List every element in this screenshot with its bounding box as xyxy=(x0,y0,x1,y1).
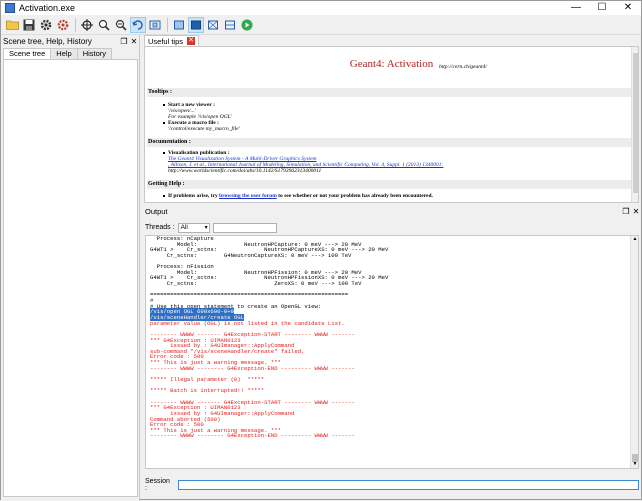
tab-useful-tips-label: Useful tips xyxy=(148,36,184,46)
tips-scrollbar[interactable] xyxy=(631,47,638,202)
perspective-icon[interactable] xyxy=(147,17,163,33)
tips-scrollbar-thumb[interactable] xyxy=(633,53,638,193)
float-icon[interactable]: ❐ xyxy=(621,207,631,216)
close-tab-icon[interactable]: ✕ xyxy=(187,37,196,45)
dock-close-icon[interactable]: ✕ xyxy=(129,37,139,46)
output-filter-input[interactable] xyxy=(212,222,277,233)
tab-useful-tips[interactable]: Useful tips ✕ xyxy=(144,35,200,46)
output-dock: Output ❐ ✕ Threads : All ▾ Process: nCapt… xyxy=(142,206,641,499)
documentation-header: Documentation : xyxy=(147,138,636,147)
getting-help-text: If problems arise, try browsing the user… xyxy=(163,193,433,199)
getting-help-header: Getting Help : xyxy=(147,180,636,189)
app-icon xyxy=(5,3,15,13)
hidden-line-icon[interactable] xyxy=(222,17,238,33)
output-scrollbar[interactable]: ▲ ▼ xyxy=(630,236,638,468)
save-icon[interactable] xyxy=(21,17,37,33)
zoom-out-icon[interactable] xyxy=(113,17,129,33)
useful-tips-panel: Geant4: Activation http://cern.ch/geant4… xyxy=(144,46,639,203)
rotate-icon[interactable] xyxy=(130,16,146,33)
toolbar-separator xyxy=(167,17,168,32)
session-input[interactable] xyxy=(177,480,639,490)
tooltips-header: Tooltips : xyxy=(147,88,636,97)
surface-icon[interactable] xyxy=(188,16,204,33)
user-forum-link[interactable]: browsing the user forum xyxy=(219,193,277,199)
run-icon[interactable] xyxy=(239,17,255,33)
ortho-icon[interactable] xyxy=(171,17,187,33)
title-bar[interactable]: Activation.exe — ☐ ✕ xyxy=(1,1,641,15)
float-icon[interactable]: ❐ xyxy=(119,37,129,46)
gear-icon[interactable] xyxy=(38,17,54,33)
session-label: Session : xyxy=(145,478,170,492)
threads-label: Threads : xyxy=(145,224,175,231)
session-row: Session : xyxy=(145,478,639,492)
toolbar xyxy=(1,15,641,35)
left-dock-title: Scene tree, Help, History xyxy=(3,37,92,46)
output-line: -------- WWWW -------- G4Exception-END -… xyxy=(150,432,355,440)
tab-history[interactable]: History xyxy=(76,48,113,59)
minimize-button[interactable]: — xyxy=(563,1,589,15)
threads-row: Threads : All ▾ xyxy=(145,222,277,233)
left-dock: Scene tree, Help, History ❐ ✕ Scene tree… xyxy=(1,35,140,501)
output-dock-title-bar[interactable]: Output ❐ ✕ xyxy=(142,206,641,217)
left-dock-title-bar[interactable]: Scene tree, Help, History ❐ ✕ xyxy=(1,35,139,48)
dock-close-icon[interactable]: ✕ xyxy=(631,207,641,216)
publication-doi: http://www.worldscientific.com/doi/abs/1… xyxy=(168,168,322,174)
geant4-url: http://cern.ch/geant4/ xyxy=(439,64,487,70)
chevron-down-icon: ▾ xyxy=(204,224,208,231)
tab-scene-tree[interactable]: Scene tree xyxy=(3,48,52,59)
wireframe-icon[interactable] xyxy=(205,17,221,33)
scroll-up-icon[interactable]: ▲ xyxy=(631,236,638,243)
output-console[interactable]: Process: nCapture Model: NeutronHPCaptur… xyxy=(145,235,639,469)
tips-heading: Geant4: Activation xyxy=(349,58,434,70)
threads-select[interactable]: All ▾ xyxy=(177,222,210,233)
tab-help[interactable]: Help xyxy=(50,48,78,59)
close-button[interactable]: ✕ xyxy=(615,1,641,15)
zoom-in-icon[interactable] xyxy=(96,17,112,33)
open-folder-icon[interactable] xyxy=(4,17,20,33)
settings-icon[interactable] xyxy=(55,17,71,33)
scene-tree-panel[interactable] xyxy=(3,59,138,497)
output-title: Output xyxy=(145,207,168,216)
main-window: Activation.exe — ☐ ✕ Scene tree, Help, H… xyxy=(0,0,642,501)
left-dock-tabs: Scene tree Help History xyxy=(1,48,139,59)
control-execute-text: '/control/execute my_macro_file' xyxy=(168,126,240,132)
output-lines: Process: nCapture Model: NeutronHPCaptur… xyxy=(150,236,630,439)
window-title: Activation.exe xyxy=(19,3,76,13)
toolbar-separator xyxy=(75,17,76,32)
viewer-tab-area: Useful tips ✕ Geant4: Activation http://… xyxy=(142,35,641,204)
crosshair-icon[interactable] xyxy=(79,17,95,33)
maximize-button[interactable]: ☐ xyxy=(589,1,615,15)
scroll-down-icon[interactable]: ▼ xyxy=(631,461,638,468)
